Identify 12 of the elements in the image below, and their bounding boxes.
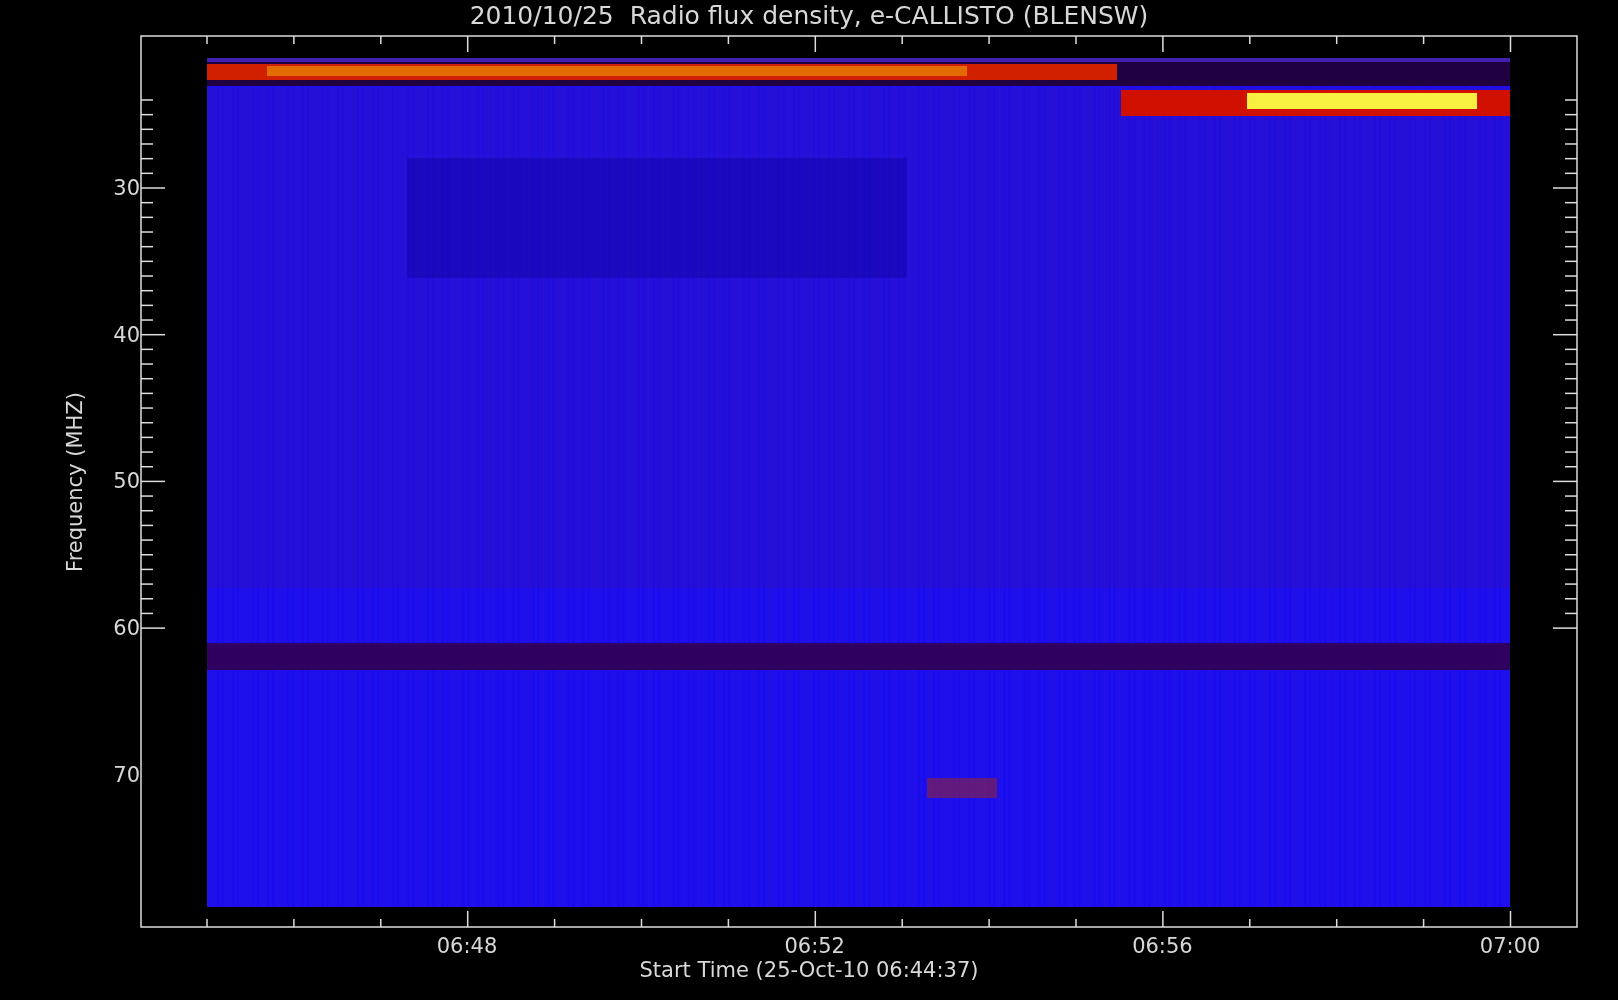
x-tick-label: 06:52 [783,934,846,958]
chart-title: 2010/10/25 Radio flux density, e-CALLISTO (BLENSW) [469,1,1149,31]
y-axis-label: Frequency (MHZ) [63,391,87,574]
y-tick-label: 40 [112,322,140,347]
x-axis-label: Start Time (25-Oct-10 06:44:37) [638,958,980,982]
x-tick-label: 06:56 [1131,934,1194,958]
y-tick-label: 50 [112,469,140,494]
x-tick-label: 06:48 [435,934,499,958]
y-tick-label: 70 [112,762,140,787]
y-tick-label: 60 [112,616,140,641]
y-tick-label: 30 [112,176,140,200]
x-tick-label: 07:00 [1478,934,1542,958]
